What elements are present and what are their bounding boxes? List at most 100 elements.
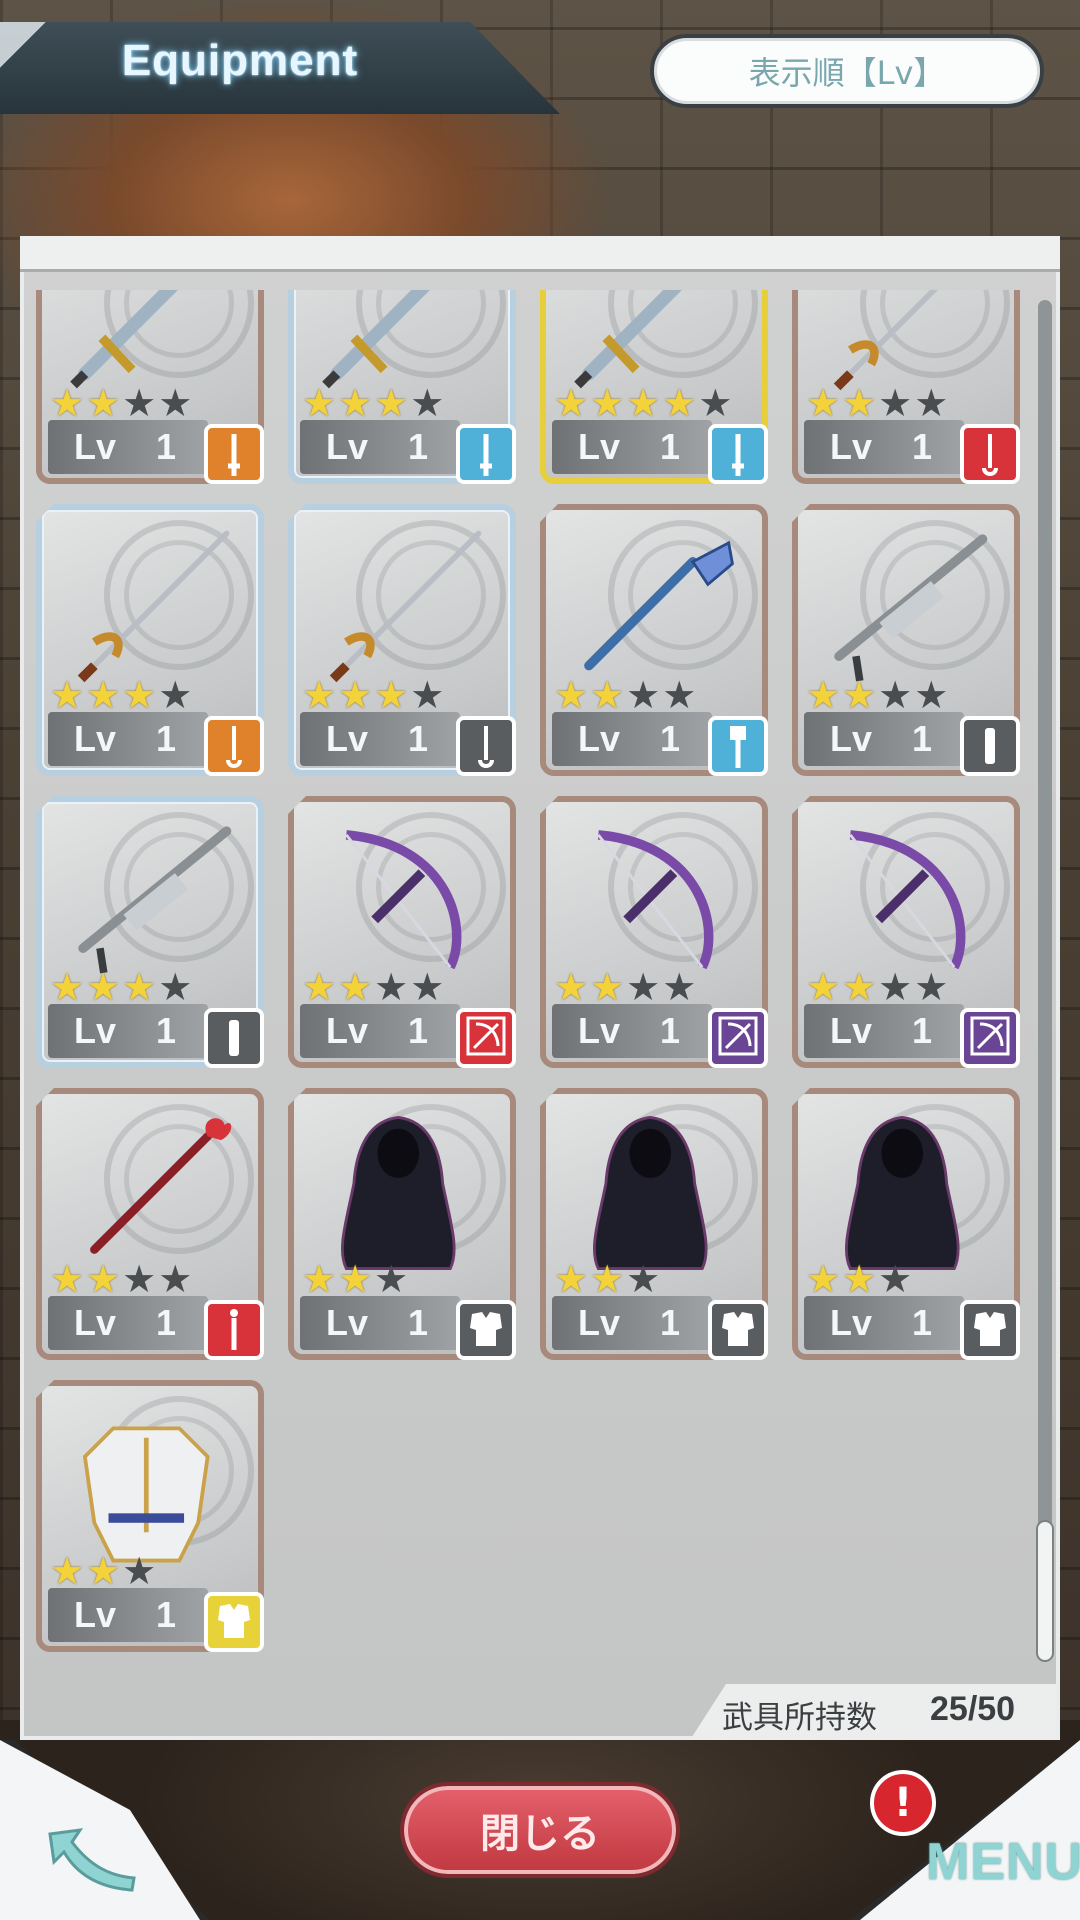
- star-icon: ★: [590, 965, 625, 1009]
- level-prefix: Lv: [326, 718, 369, 759]
- star-icon: ★: [878, 965, 913, 1009]
- level-prefix: Lv: [74, 718, 117, 759]
- bow-type-icon: [466, 1016, 506, 1056]
- equipment-count-value: 25/50: [930, 1690, 1016, 1728]
- equipment-card[interactable]: ★ ★ ★ ★ Lv 1: [792, 796, 1020, 1068]
- page-title: Equipment: [121, 36, 359, 85]
- rapier-icon: [329, 530, 482, 683]
- rarity-stars: ★ ★ ★ ★ ★: [554, 384, 732, 422]
- level-value: 1: [660, 426, 681, 467]
- star-icon: ★: [878, 381, 913, 425]
- star-icon: ★: [50, 673, 85, 717]
- star-icon: ★: [662, 965, 697, 1009]
- equipment-card[interactable]: ★ ★ ★ ★ Lv 1: [792, 504, 1020, 776]
- bow-icon: [597, 830, 714, 970]
- star-icon: ★: [50, 1549, 85, 1593]
- scrollbar-thumb[interactable]: [1036, 1520, 1054, 1662]
- weapon-type-badge: [204, 424, 264, 484]
- cloak-icon: [592, 1116, 708, 1270]
- mace-icon: [584, 540, 734, 671]
- level-value: 1: [408, 426, 429, 467]
- level-value: 1: [660, 718, 681, 759]
- weapon-type-badge: [708, 1300, 768, 1360]
- banner-stripe: [0, 22, 60, 114]
- equipment-card[interactable]: ★ ★ ★ ★ Lv 1: [288, 796, 516, 1068]
- gun-type-icon: [229, 1020, 239, 1056]
- star-icon: ★: [122, 673, 157, 717]
- rarity-stars: ★ ★ ★ ★: [806, 676, 948, 714]
- panel-top-edge: [20, 236, 1060, 272]
- equipment-card[interactable]: ★ ★ ★ Lv 1: [792, 1088, 1020, 1360]
- equipment-grid[interactable]: ★ ★ ★ ★ Lv 1 ★ ★ ★ ★ Lv 1 ★ ★ ★ ★ ★ Lv 1 ★ ★ ★ ★ Lv 1 ★ ★ ★ ★ Lv 1 ★ ★ ★ ★…: [36, 290, 1036, 1660]
- equipment-card[interactable]: ★ ★ ★ ★ Lv 1: [36, 504, 264, 776]
- star-icon: ★: [86, 381, 121, 425]
- star-icon: ★: [158, 965, 193, 1009]
- level-prefix: Lv: [578, 1010, 621, 1051]
- bow-icon: [345, 830, 462, 970]
- gun-type-icon: [985, 728, 995, 764]
- star-icon: ★: [50, 381, 85, 425]
- equipment-card[interactable]: ★ ★ ★ ★ Lv 1: [540, 796, 768, 1068]
- equipment-card[interactable]: ★ ★ ★ ★ Lv 1: [288, 290, 516, 484]
- rarity-stars: ★ ★ ★: [302, 1260, 408, 1298]
- equipment-card[interactable]: ★ ★ ★ Lv 1: [36, 1380, 264, 1652]
- star-icon: ★: [338, 673, 373, 717]
- star-icon: ★: [50, 1257, 85, 1301]
- star-icon: ★: [86, 1257, 121, 1301]
- rapier-icon: [77, 530, 230, 683]
- rarity-stars: ★ ★ ★ ★: [50, 968, 192, 1006]
- star-icon: ★: [590, 673, 625, 717]
- star-icon: ★: [50, 965, 85, 1009]
- star-icon: ★: [410, 381, 445, 425]
- equipment-card[interactable]: ★ ★ ★ Lv 1: [540, 1088, 768, 1360]
- equipment-card[interactable]: ★ ★ ★ ★ Lv 1: [288, 504, 516, 776]
- star-icon: ★: [338, 965, 373, 1009]
- level-value: 1: [660, 1010, 681, 1051]
- level-bar: [300, 712, 460, 766]
- level-bar: [804, 420, 964, 474]
- star-icon: ★: [590, 381, 625, 425]
- level-prefix: Lv: [326, 1302, 369, 1343]
- sword-type-icon: [480, 434, 492, 476]
- level-prefix: Lv: [326, 426, 369, 467]
- back-arrow-icon[interactable]: [40, 1820, 140, 1900]
- star-icon: ★: [590, 1257, 625, 1301]
- sword-type-icon: [228, 434, 240, 476]
- equipment-card[interactable]: ★ ★ ★ ★ Lv 1: [36, 1088, 264, 1360]
- alert-badge[interactable]: !: [870, 1770, 936, 1836]
- sort-order-button[interactable]: 表示順【Lv】: [650, 34, 1044, 108]
- level-bar: [552, 712, 712, 766]
- equipment-card[interactable]: ★ ★ ★ ★ Lv 1: [792, 290, 1020, 484]
- armor-icon: [82, 1426, 210, 1563]
- level-bar: [48, 1588, 208, 1642]
- staff-icon: [90, 1118, 232, 1254]
- star-icon: ★: [842, 381, 877, 425]
- rarity-stars: ★ ★ ★: [806, 1260, 912, 1298]
- star-icon: ★: [374, 381, 409, 425]
- equipment-card[interactable]: ★ ★ ★ ★ Lv 1: [36, 290, 264, 484]
- equipment-card[interactable]: ★ ★ ★ ★ ★ Lv 1: [540, 290, 768, 484]
- level-value: 1: [912, 718, 933, 759]
- cloak-icon: [844, 1116, 960, 1270]
- equipment-card[interactable]: ★ ★ ★ ★ Lv 1: [540, 504, 768, 776]
- menu-button[interactable]: MENU: [926, 1832, 1080, 1892]
- weapon-type-badge: [708, 716, 768, 776]
- level-bar: [804, 1296, 964, 1350]
- level-prefix: Lv: [578, 1302, 621, 1343]
- level-bar: [804, 1004, 964, 1058]
- bow-type-icon: [970, 1016, 1010, 1056]
- star-icon: ★: [374, 1257, 409, 1301]
- close-button[interactable]: 閉じる: [400, 1782, 680, 1878]
- level-prefix: Lv: [74, 426, 117, 467]
- star-icon: ★: [302, 673, 337, 717]
- rapier-type-icon: [226, 726, 242, 768]
- equipment-card[interactable]: ★ ★ ★ Lv 1: [288, 1088, 516, 1360]
- star-icon: ★: [554, 1257, 589, 1301]
- star-icon: ★: [338, 1257, 373, 1301]
- equipment-card[interactable]: ★ ★ ★ ★ Lv 1: [36, 796, 264, 1068]
- staff-type-icon: [230, 1309, 238, 1350]
- level-prefix: Lv: [74, 1302, 117, 1343]
- level-prefix: Lv: [578, 718, 621, 759]
- scrollbar-track[interactable]: [1038, 300, 1052, 1660]
- gun-icon: [834, 534, 988, 682]
